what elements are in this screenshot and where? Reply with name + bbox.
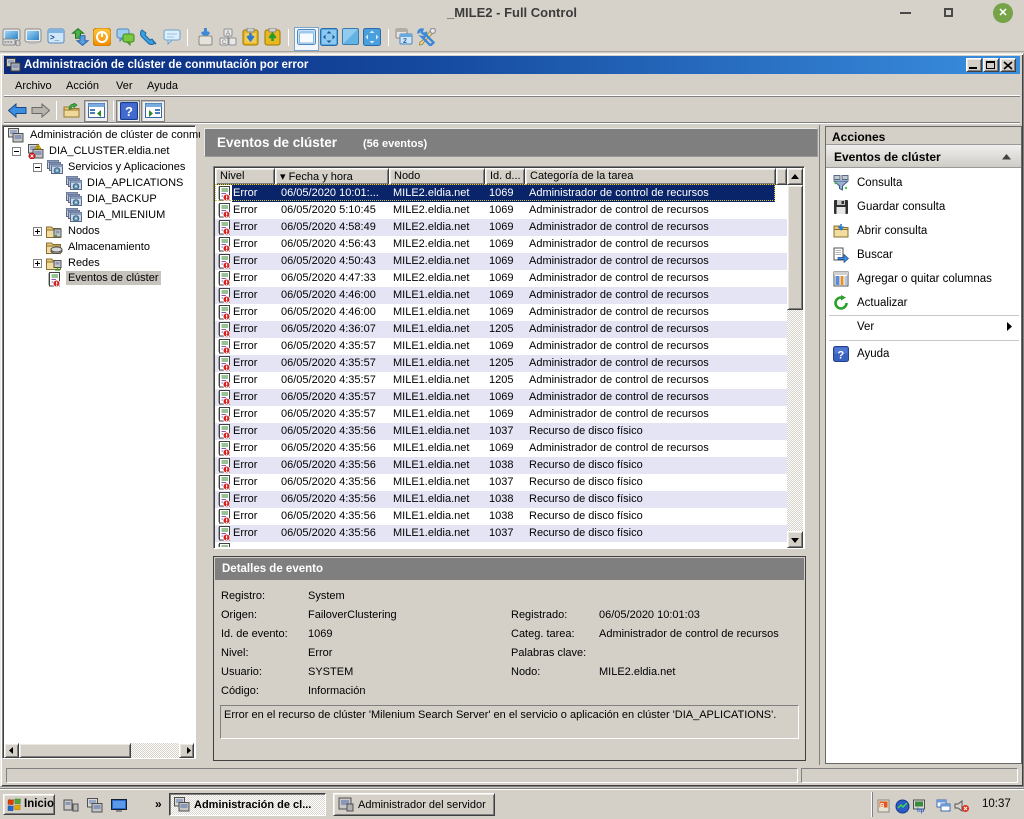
svg-text:hp: hp bbox=[917, 808, 925, 814]
svg-text:2: 2 bbox=[403, 38, 407, 45]
svg-text:×××: ××× bbox=[4, 40, 13, 46]
svg-text:?: ? bbox=[125, 104, 133, 119]
svg-text:?: ? bbox=[838, 350, 845, 362]
svg-text:B: B bbox=[880, 804, 885, 810]
svg-text:>_: >_ bbox=[50, 33, 60, 42]
svg-text:C: C bbox=[222, 40, 227, 46]
